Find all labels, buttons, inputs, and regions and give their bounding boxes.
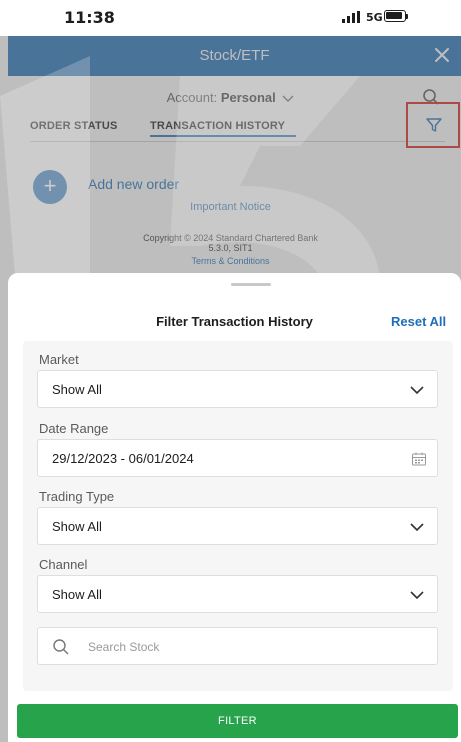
reset-all-button[interactable]: Reset All — [391, 314, 446, 329]
market-value: Show All — [52, 382, 102, 397]
search-stock-field[interactable]: Search Stock — [37, 627, 438, 665]
market-select[interactable]: Show All — [37, 370, 438, 408]
date-range-label: Date Range — [39, 421, 109, 436]
status-bar: 11:38 5G — [0, 0, 461, 36]
search-stock-placeholder: Search Stock — [88, 640, 160, 654]
status-time: 11:38 — [64, 8, 115, 27]
filter-button[interactable]: FILTER — [17, 704, 458, 738]
date-range-value: 29/12/2023 - 06/01/2024 — [52, 451, 194, 466]
channel-label: Channel — [39, 557, 88, 572]
channel-value: Show All — [52, 587, 102, 602]
sheet-grabber[interactable] — [231, 283, 271, 286]
signal-icon — [342, 11, 360, 23]
chevron-down-icon — [410, 523, 424, 532]
trading-type-select[interactable]: Show All — [37, 507, 438, 545]
filter-panel: Market Show All Date Range 29/12/2023 - … — [23, 341, 453, 691]
battery-icon — [384, 10, 406, 22]
trading-type-value: Show All — [52, 519, 102, 534]
battery-tip — [406, 14, 408, 19]
filter-sheet: Filter Transaction History Reset All Mar… — [8, 273, 461, 742]
search-icon — [53, 639, 69, 655]
market-label: Market — [39, 352, 79, 367]
chevron-down-icon — [410, 386, 424, 395]
trading-type-label: Trading Type — [39, 489, 115, 504]
date-range-field[interactable]: 29/12/2023 - 06/01/2024 — [37, 439, 438, 477]
chevron-down-icon — [410, 591, 424, 600]
calendar-icon[interactable] — [411, 451, 427, 467]
channel-select[interactable]: Show All — [37, 575, 438, 613]
network-type: 5G — [366, 11, 383, 24]
